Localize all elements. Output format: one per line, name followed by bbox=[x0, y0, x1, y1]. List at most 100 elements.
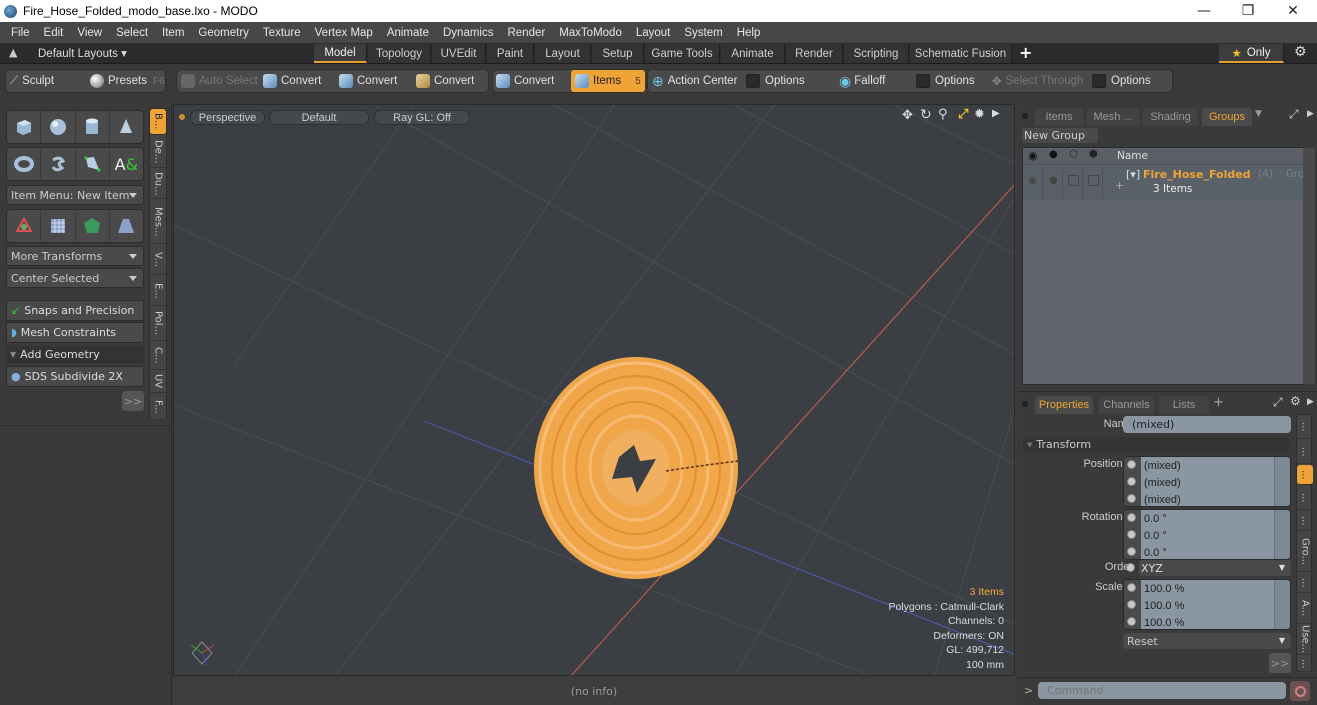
new-group-button[interactable]: New Group bbox=[1022, 128, 1098, 143]
vtab-3-active[interactable]: ... bbox=[1297, 465, 1313, 485]
cylinder-tool-button[interactable] bbox=[76, 111, 110, 143]
command-input[interactable] bbox=[1038, 682, 1286, 699]
position-z-field[interactable]: (mixed) bbox=[1144, 491, 1181, 506]
menu-layout[interactable]: Layout bbox=[629, 27, 678, 39]
convert-edges-button[interactable]: Convert bbox=[339, 70, 397, 92]
expand-plus-icon[interactable]: + bbox=[1115, 179, 1124, 192]
gear-icon[interactable]: ⚙ bbox=[1294, 44, 1307, 60]
cube-tool-button[interactable] bbox=[7, 111, 42, 143]
render-toggle-icon[interactable]: ● bbox=[1049, 175, 1058, 186]
sds-subdivide-button[interactable]: ● SDS Subdivide 2X bbox=[6, 366, 144, 387]
menu-select[interactable]: Select bbox=[109, 27, 155, 39]
3d-viewport[interactable]: Perspective Default Ray GL: Off ✥ ↻ ⚲ ⤢ … bbox=[173, 104, 1015, 676]
viewport-menu-dot-icon[interactable] bbox=[179, 114, 185, 120]
item-menu-dropdown[interactable]: Item Menu: New Item bbox=[6, 185, 144, 205]
tab-groups[interactable]: Groups bbox=[1202, 108, 1252, 126]
convert-items-button[interactable]: Convert bbox=[496, 70, 554, 92]
vtab-7[interactable]: ... bbox=[1297, 573, 1313, 593]
add-tab-button[interactable]: + bbox=[1213, 395, 1224, 410]
menu-vertex-map[interactable]: Vertex Map bbox=[308, 27, 380, 39]
tab-animate[interactable]: Animate bbox=[721, 44, 785, 63]
transform-tool-button[interactable] bbox=[7, 210, 42, 242]
tab-mesh[interactable]: Mesh ... bbox=[1087, 108, 1139, 126]
select-column-icon[interactable]: ⬢ bbox=[1089, 149, 1098, 160]
transform-section-header[interactable]: ▼ Transform bbox=[1023, 437, 1289, 452]
shading-mode-dropdown[interactable]: Default bbox=[269, 110, 369, 125]
perspective-grid-button[interactable] bbox=[110, 210, 143, 242]
menu-animate[interactable]: Animate bbox=[380, 27, 436, 39]
group-name[interactable]: Fire_Hose_Folded bbox=[1143, 168, 1251, 181]
menu-dynamics[interactable]: Dynamics bbox=[436, 27, 500, 39]
menu-help[interactable]: Help bbox=[730, 27, 768, 39]
maximize-button[interactable]: ❐ bbox=[1225, 0, 1271, 22]
panel-arrow-icon[interactable]: ▶ bbox=[1307, 397, 1314, 407]
position-y-anim-dot[interactable] bbox=[1127, 477, 1136, 486]
position-y-field[interactable]: (mixed) bbox=[1144, 474, 1181, 491]
menu-maxtomodo[interactable]: MaxToModo bbox=[552, 27, 629, 39]
capsule-tool-button[interactable] bbox=[41, 148, 76, 180]
menu-view[interactable]: View bbox=[70, 27, 109, 39]
convert-vertices-button[interactable]: Convert bbox=[263, 70, 321, 92]
name-field[interactable]: (mixed) bbox=[1123, 416, 1291, 433]
cone-tool-button[interactable] bbox=[110, 111, 143, 143]
presets-button[interactable]: Presets F6 bbox=[90, 70, 165, 92]
sphere-tool-button[interactable] bbox=[41, 111, 76, 143]
action-center-options-button[interactable]: Options bbox=[746, 70, 805, 92]
mesh-tool-button[interactable] bbox=[76, 210, 110, 242]
viewport-gear-icon[interactable]: ✹ bbox=[974, 107, 985, 122]
tab-schematic-fusion[interactable]: Schematic Fusion bbox=[910, 44, 1012, 63]
vtab-1[interactable]: ... bbox=[1297, 415, 1313, 439]
action-center-button[interactable]: ⊕ Action Center bbox=[652, 70, 737, 92]
vtab-polygon[interactable]: Pol... bbox=[150, 307, 166, 341]
vtab-vertex[interactable]: V... bbox=[150, 245, 166, 275]
tab-render[interactable]: Render bbox=[786, 44, 843, 63]
vtab-2[interactable]: ... bbox=[1297, 440, 1313, 464]
falloff-button[interactable]: ◉ Falloff bbox=[839, 70, 885, 92]
vtab-uv[interactable]: UV bbox=[150, 371, 166, 393]
rotation-x-anim-dot[interactable] bbox=[1127, 513, 1136, 522]
visibility-column-icon[interactable]: ◉ bbox=[1028, 149, 1038, 162]
vtab-user[interactable]: Use... bbox=[1297, 625, 1313, 655]
expand-panel-icon[interactable]: ⤢ bbox=[1289, 107, 1299, 122]
scale-y-anim-dot[interactable] bbox=[1127, 600, 1136, 609]
grid-tool-button[interactable] bbox=[41, 210, 76, 242]
rotation-drag-handles[interactable] bbox=[1274, 510, 1290, 559]
scale-y-field[interactable]: 100.0 % bbox=[1144, 597, 1184, 614]
vtab-5[interactable]: ... bbox=[1297, 511, 1313, 531]
tab-layout[interactable]: Layout bbox=[535, 44, 591, 63]
rotation-y-field[interactable]: 0.0 ° bbox=[1144, 527, 1167, 544]
close-button[interactable]: ✕ bbox=[1270, 0, 1316, 22]
lock-column-icon[interactable]: ⬡ bbox=[1069, 149, 1078, 160]
group-row[interactable]: ◉ ● + [▾] Fire_Hose_Folded (4) : Group 3… bbox=[1023, 166, 1303, 200]
position-x-field[interactable]: (mixed) bbox=[1144, 457, 1181, 474]
tab-shading[interactable]: Shading bbox=[1143, 108, 1198, 126]
more-tools-button[interactable]: >> bbox=[122, 391, 144, 411]
rotation-z-anim-dot[interactable] bbox=[1127, 547, 1136, 556]
tab-uvedit[interactable]: UVEdit bbox=[432, 44, 486, 63]
maximize-viewport-icon[interactable]: ⤢ bbox=[958, 107, 968, 122]
panel-menu-dot-icon[interactable] bbox=[1022, 401, 1028, 407]
torus-tool-button[interactable] bbox=[7, 148, 42, 180]
more-transforms-dropdown[interactable]: More Transforms bbox=[6, 246, 144, 266]
center-selected-dropdown[interactable]: Center Selected bbox=[6, 268, 144, 288]
menu-edit[interactable]: Edit bbox=[37, 27, 71, 39]
tab-items[interactable]: Items bbox=[1035, 108, 1083, 126]
menu-system[interactable]: System bbox=[677, 27, 729, 39]
falloff-options-button[interactable]: Options bbox=[916, 70, 975, 92]
lock-checkbox[interactable] bbox=[1068, 175, 1079, 186]
vtab-curve[interactable]: C... bbox=[150, 342, 166, 370]
groups-scrollbar[interactable] bbox=[1303, 148, 1315, 384]
vtab-a[interactable]: A... bbox=[1297, 594, 1313, 624]
menu-texture[interactable]: Texture bbox=[256, 27, 308, 39]
menu-file[interactable]: File bbox=[4, 27, 37, 39]
vtab-10[interactable]: ... bbox=[1297, 656, 1313, 672]
tab-paint[interactable]: Paint bbox=[487, 44, 534, 63]
tabs-dropdown-icon[interactable]: ▼ bbox=[1255, 109, 1262, 119]
tab-setup[interactable]: Setup bbox=[592, 44, 644, 63]
menu-render[interactable]: Render bbox=[500, 27, 552, 39]
sculpt-button[interactable]: ⟋ Sculpt bbox=[10, 70, 54, 92]
snaps-precision-button[interactable]: ↙ Snaps and Precision bbox=[6, 300, 144, 321]
select-through-options-button[interactable]: Options bbox=[1092, 70, 1151, 92]
panel-menu-dot-icon[interactable] bbox=[1022, 113, 1028, 119]
reset-dropdown[interactable]: Reset ▼ bbox=[1123, 633, 1291, 649]
